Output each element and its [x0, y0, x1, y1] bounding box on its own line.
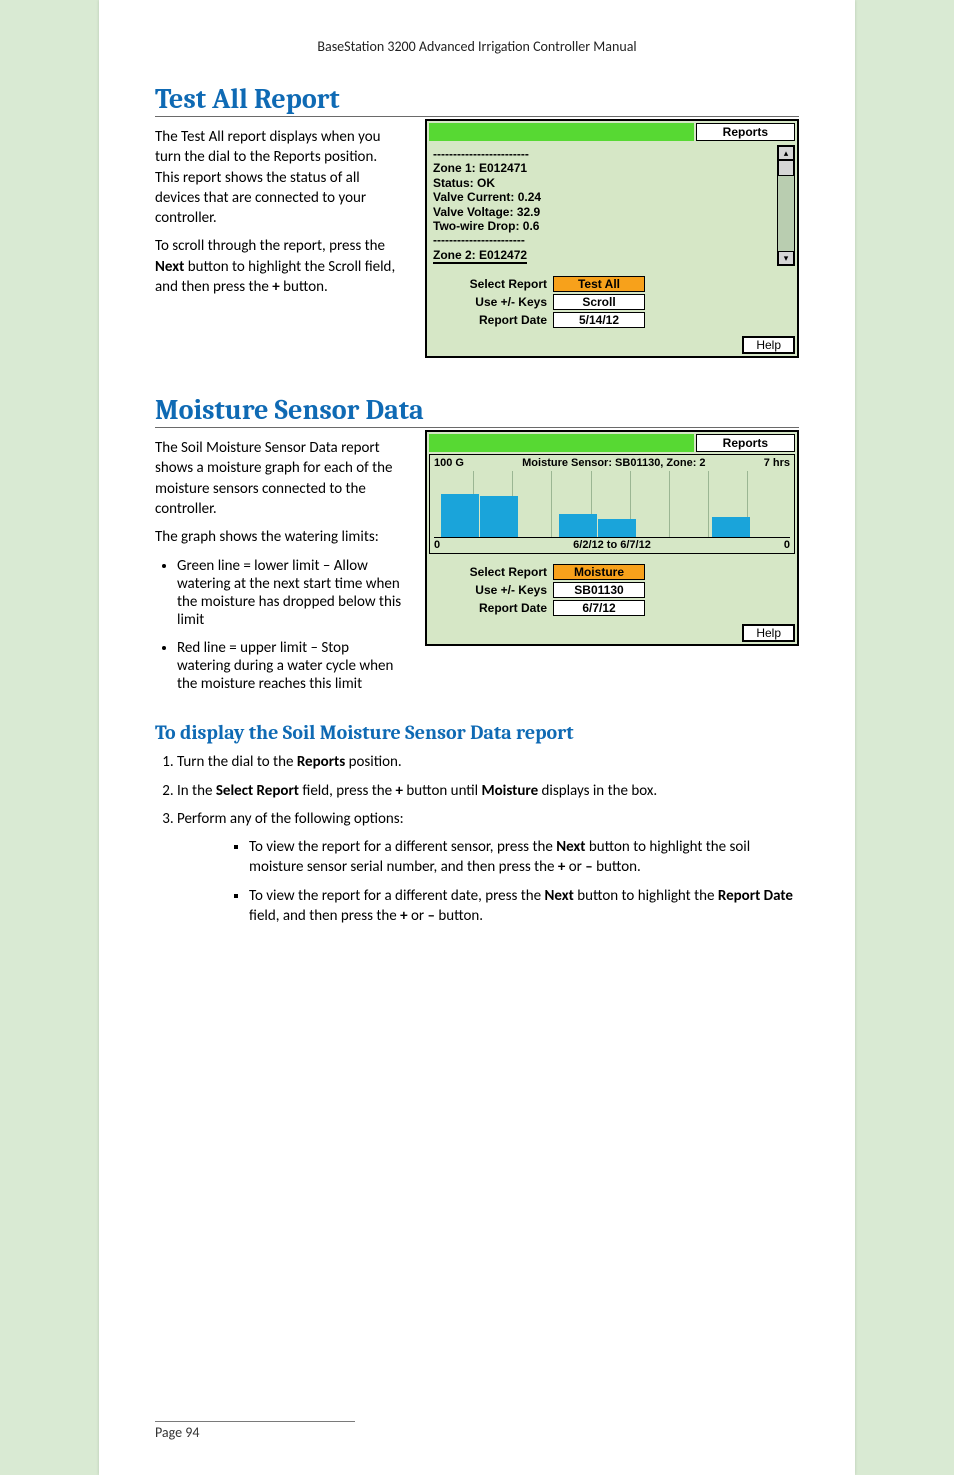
lcd1-select-value[interactable]: Test All	[553, 276, 645, 292]
running-header: BaseStation 3200 Advanced Irrigation Con…	[155, 38, 799, 55]
lcd2-title: Reports	[696, 434, 795, 452]
lcd1-line-7: Zone 2: E012472	[433, 248, 527, 264]
chart-xaxis-range: 6/2/12 to 6/7/12	[573, 539, 651, 551]
bullet-lower-limit: Green line = lower limit – Allow waterin…	[177, 557, 405, 629]
section2-para2: The graph shows the watering limits:	[155, 527, 405, 547]
lcd1-line-3: Valve Current: 0.24	[433, 190, 775, 204]
moisture-chart: 100 G Moisture Sensor: SB01130, Zone: 2 …	[429, 454, 795, 554]
lcd2-select-label: Select Report	[435, 565, 553, 579]
scroll-down-icon[interactable]: ▾	[778, 251, 794, 265]
subheading-display-report: To display the Soil Moisture Sensor Data…	[155, 721, 799, 744]
chart-zero-left: 0	[434, 539, 440, 551]
section1-text: The Test All report displays when you tu…	[155, 119, 405, 305]
step-3b: To view the report for a different date,…	[249, 886, 799, 927]
section2-para1: The Soil Moisture Sensor Data report sho…	[155, 438, 405, 519]
step-1: Turn the dial to the Reports position.	[177, 752, 799, 772]
lcd1-keys-label: Use +/- Keys	[435, 295, 553, 309]
chart-y-left: 100 G	[434, 457, 464, 469]
section1-para2: To scroll through the report, press the …	[155, 236, 405, 297]
section2-columns: The Soil Moisture Sensor Data report sho…	[155, 430, 799, 703]
page: BaseStation 3200 Advanced Irrigation Con…	[99, 0, 855, 1475]
scroll-up-icon[interactable]: ▴	[778, 146, 794, 160]
lcd2-date-value[interactable]: 6/7/12	[553, 600, 645, 616]
step-2: In the Select Report field, press the + …	[177, 781, 799, 801]
scroll-thumb[interactable]	[778, 160, 794, 176]
lcd1-line-1: Zone 1: E012471	[433, 161, 775, 175]
heading-test-all-report: Test All Report	[155, 83, 799, 117]
lcd1-date-label: Report Date	[435, 313, 553, 327]
section2-text: The Soil Moisture Sensor Data report sho…	[155, 430, 405, 703]
lcd2-date-label: Report Date	[435, 601, 553, 615]
bar-7	[712, 517, 750, 537]
bar-1	[480, 496, 518, 538]
lcd-title-spring	[429, 123, 694, 141]
chart-y-right: 7 hrs	[764, 457, 790, 469]
bar-0	[441, 494, 479, 537]
lcd1-line-0: ------------------------	[433, 147, 775, 161]
section1-para1: The Test All report displays when you tu…	[155, 127, 405, 228]
lcd1-line-4: Valve Voltage: 32.9	[433, 205, 775, 219]
help-button[interactable]: Help	[742, 336, 795, 354]
lcd1-scrollbar[interactable]: ▴ ▾	[777, 145, 795, 266]
step-3a: To view the report for a different senso…	[249, 837, 799, 878]
chart-zero-right: 0	[784, 539, 790, 551]
lcd-moisture: Reports 100 G Moisture Sensor: SB01130, …	[425, 430, 799, 646]
chart-grid	[434, 471, 790, 538]
heading-moisture-sensor-data: Moisture Sensor Data	[155, 394, 799, 428]
lcd-title: Reports	[696, 123, 795, 141]
lcd1-keys-value[interactable]: Scroll	[553, 294, 645, 310]
lcd1-line-2: Status: OK	[433, 176, 775, 190]
steps-list: Turn the dial to the Reports position. I…	[177, 752, 799, 926]
lcd2-keys-label: Use +/- Keys	[435, 583, 553, 597]
bar-4	[598, 519, 636, 537]
step-3: Perform any of the following options: To…	[177, 809, 799, 926]
chart-subtitle: Moisture Sensor: SB01130, Zone: 2	[522, 457, 705, 469]
lcd2-select-value[interactable]: Moisture	[553, 564, 645, 580]
lcd1-select-label: Select Report	[435, 277, 553, 291]
page-footer: Page 94	[155, 1421, 355, 1441]
bar-3	[559, 514, 597, 537]
lcd1-date-value[interactable]: 5/14/12	[553, 312, 645, 328]
lcd1-line-6: -----------------------	[433, 233, 775, 247]
help-button[interactable]: Help	[742, 624, 795, 642]
lcd2-title-spring	[429, 434, 694, 452]
lcd1-line-5: Two-wire Drop: 0.6	[433, 219, 775, 233]
lcd-test-all: Reports ------------------------ Zone 1:…	[425, 119, 799, 358]
section1-columns: The Test All report displays when you tu…	[155, 119, 799, 358]
bullet-upper-limit: Red line = upper limit – Stop watering d…	[177, 639, 405, 693]
lcd2-keys-value[interactable]: SB01130	[553, 582, 645, 598]
